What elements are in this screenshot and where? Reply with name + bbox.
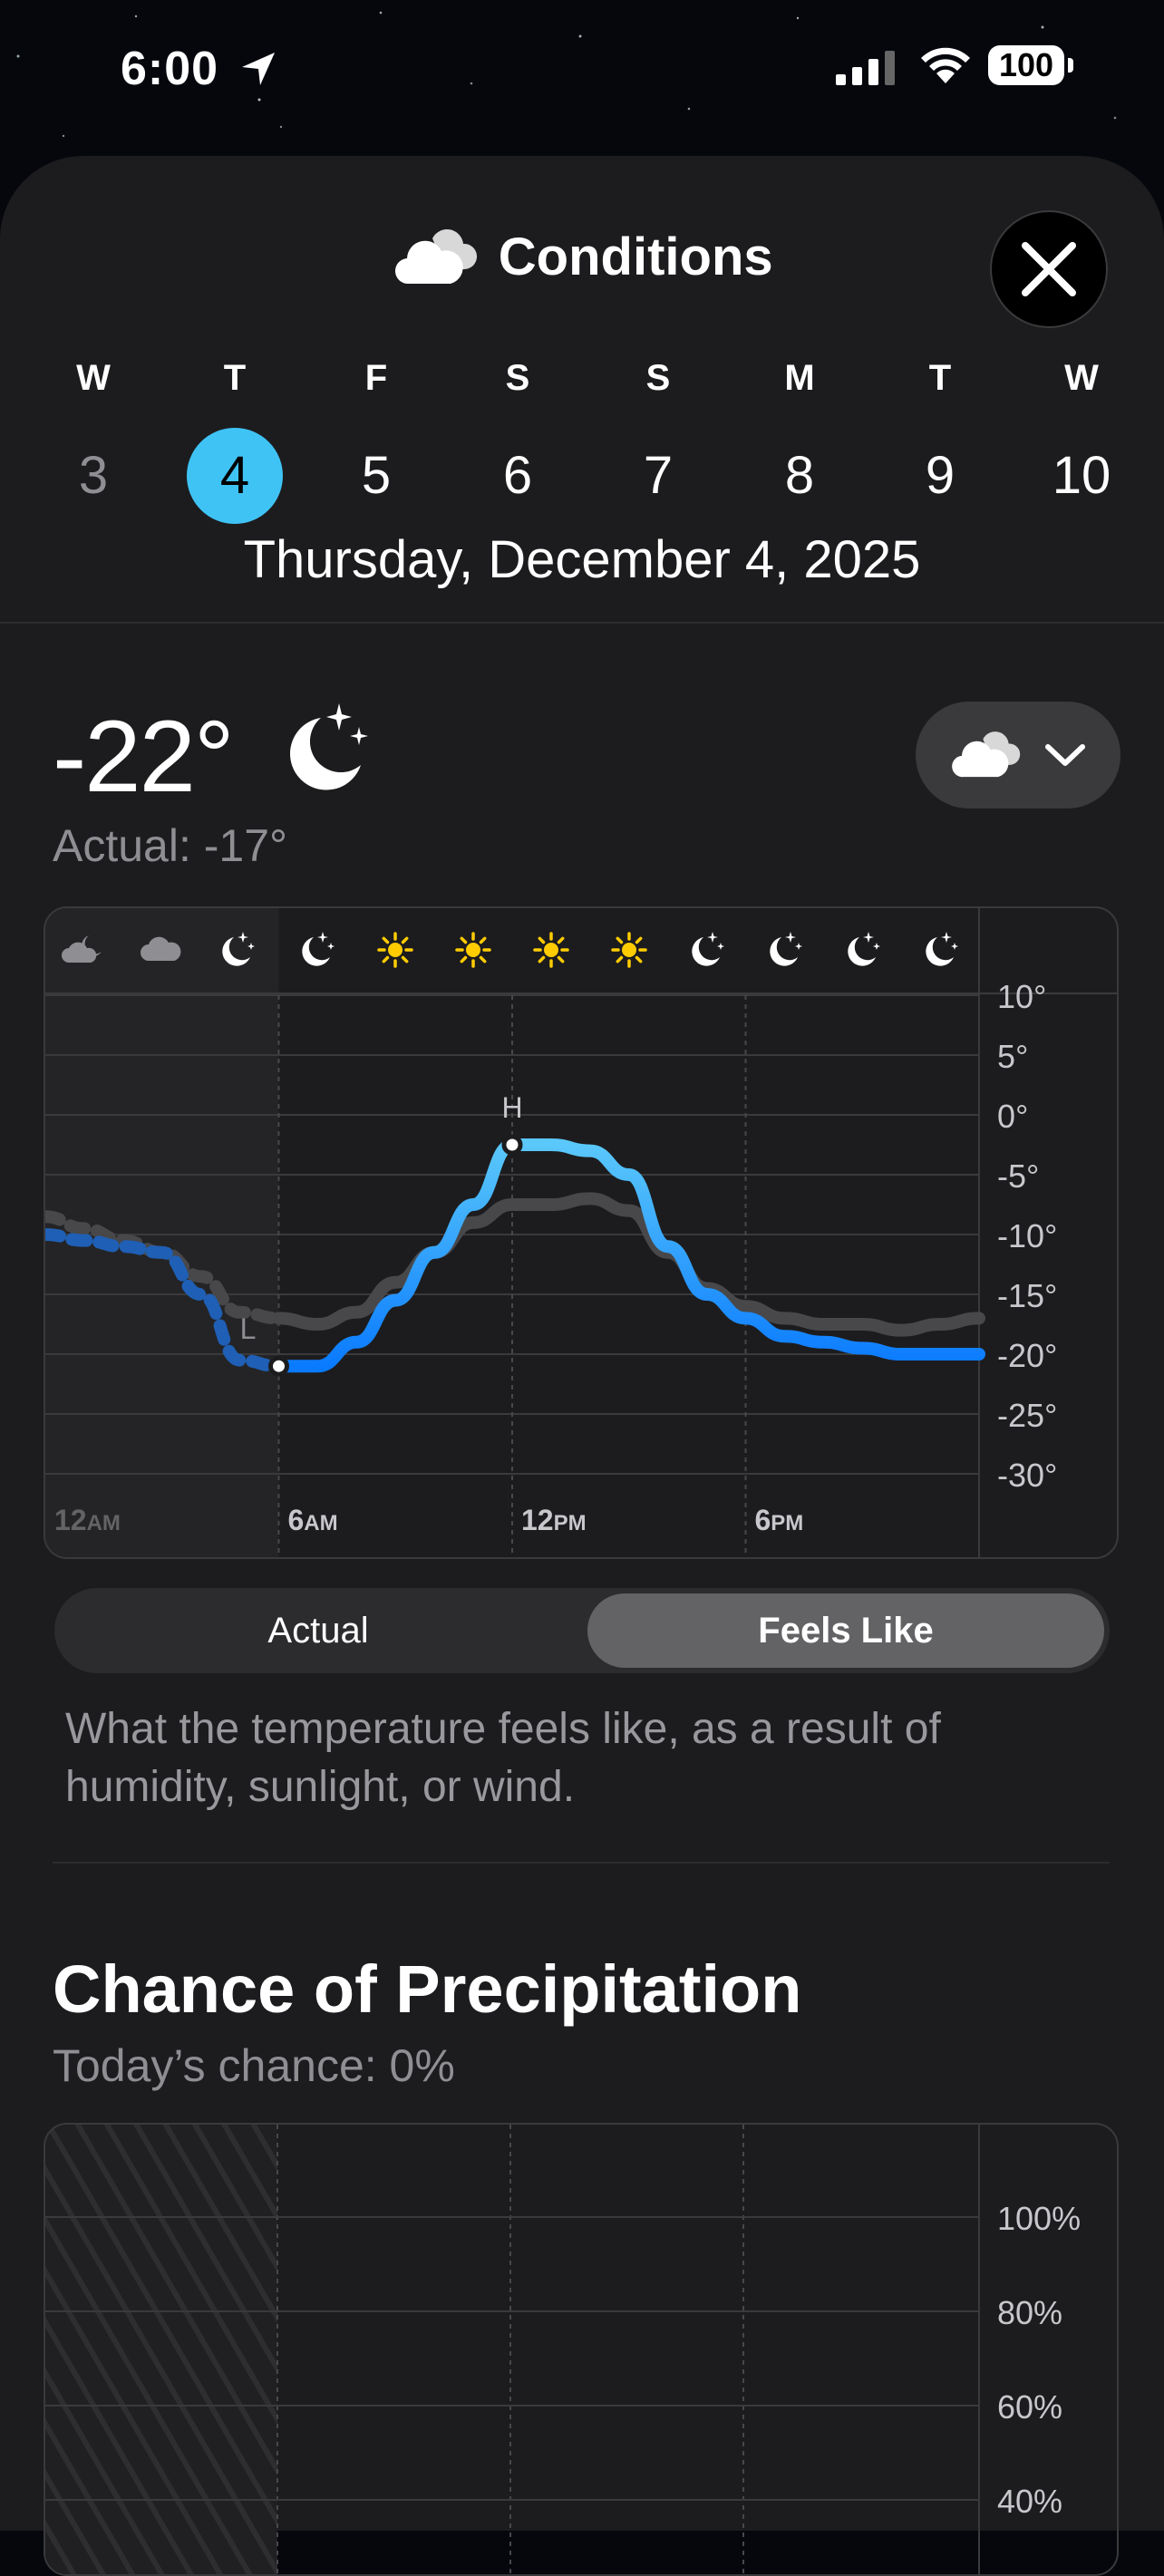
day-item-6[interactable]: S6 (463, 355, 572, 524)
close-button[interactable] (990, 210, 1108, 328)
x-tick-ampm: AM (87, 1511, 121, 1535)
day-item-3[interactable]: W3 (39, 355, 148, 524)
day-item-8[interactable]: M8 (745, 355, 854, 524)
day-letter: T (223, 358, 247, 398)
x-tick-num: 6 (288, 1504, 305, 1536)
precipitation-subtitle: Today’s chance: 0% (53, 2040, 455, 2091)
day-item-5[interactable]: F5 (322, 355, 431, 524)
location-arrow-icon (242, 53, 275, 85)
temperature-mode-toggle: Actual Feels Like (54, 1588, 1110, 1673)
high-label: H (501, 1091, 522, 1124)
low-label: L (240, 1312, 257, 1345)
y-tick-label: -25° (997, 1397, 1057, 1434)
x-tick-ampm: AM (304, 1511, 337, 1535)
day-letter: T (928, 358, 952, 398)
day-number: 4 (187, 428, 283, 524)
option-feels-like[interactable]: Feels Like (587, 1593, 1104, 1668)
condition-dropdown[interactable] (916, 702, 1120, 809)
current-temperature: -22° (53, 700, 235, 813)
y-tick-label: 5° (997, 1038, 1028, 1075)
day-letter: W (76, 358, 111, 398)
status-bar: 6:00 100 (0, 0, 1164, 136)
status-time: 6:00 (121, 43, 219, 95)
day-item-10[interactable]: W 10 (1027, 355, 1136, 524)
precipitation-chart: 100% 80% 60% 40% (44, 2123, 1119, 2576)
day-item-4[interactable]: T4 (180, 355, 289, 524)
sun-icon (611, 932, 647, 968)
y-tick-label: 40% (997, 2483, 1062, 2520)
wifi-icon (921, 47, 970, 83)
x-tick-label: 6PM (755, 1504, 804, 1536)
day-letter: S (645, 358, 671, 398)
moon-stars-icon (926, 932, 958, 966)
sun-icon (377, 932, 413, 968)
y-tick-label: -5° (997, 1157, 1039, 1195)
x-tick-label: 12PM (521, 1504, 587, 1536)
sun-icon (533, 932, 569, 968)
y-tick-label: 10° (997, 978, 1046, 1015)
moon-stars-icon (289, 703, 368, 790)
moon-stars-icon (770, 932, 802, 966)
y-tick-label: -30° (997, 1457, 1057, 1494)
battery-nub (1068, 58, 1073, 73)
feels-like-description: What the temperature feels like, as a re… (65, 1705, 941, 1811)
x-tick-num: 12 (54, 1504, 87, 1536)
y-tick-label: -15° (997, 1277, 1057, 1314)
precipitation-chart-svg: 100% 80% 60% 40% (45, 2125, 1081, 2574)
chevron-down-icon (1045, 744, 1085, 766)
sheet-header: Conditions (0, 227, 1164, 287)
x-tick-num: 12 (521, 1504, 554, 1536)
high-marker (501, 1134, 523, 1156)
temperature-chart: 10° 5° 0° -5° -10° -15° -20° -25° -30° 12AM 6AM 12P… (44, 906, 1119, 1559)
day-letter: M (784, 358, 815, 398)
moon-stars-icon (302, 932, 335, 966)
day-picker: W 3 T 4 F 5 S 6 S 7 M 8 T 9 W 10 (0, 355, 1164, 537)
x-tick-num: 6 (755, 1504, 771, 1536)
x-tick-label: 6AM (288, 1504, 338, 1536)
battery-indicator: 100 (988, 45, 1064, 85)
sheet-title: Conditions (498, 228, 773, 286)
day-number: 9 (925, 446, 955, 505)
moon-stars-icon (692, 932, 724, 966)
y-tick-label: -10° (997, 1217, 1057, 1254)
y-tick-label: 80% (997, 2294, 1062, 2331)
low-marker (268, 1355, 289, 1377)
x-tick-ampm: PM (771, 1511, 803, 1535)
divider (53, 1862, 1110, 1864)
y-tick-label: -20° (997, 1337, 1057, 1374)
y-tick-label: 60% (997, 2388, 1062, 2426)
day-number: 5 (361, 446, 392, 505)
sun-icon (455, 932, 491, 968)
option-actual[interactable]: Actual (60, 1593, 577, 1668)
day-number: 10 (1052, 446, 1111, 505)
cellular-signal-icon (836, 51, 895, 85)
temperature-chart-svg: 10°5°0°-5°-10°-15°-20°-25°-30°12AM 6AM 12P… (45, 908, 1117, 1557)
divider (0, 622, 1164, 624)
day-number: 3 (78, 446, 109, 505)
y-tick-label: 0° (997, 1098, 1028, 1135)
day-item-7[interactable]: S7 (604, 355, 713, 524)
day-item-9[interactable]: T9 (886, 355, 994, 524)
close-icon (1022, 242, 1076, 296)
day-number: 6 (502, 446, 533, 505)
x-tick-ampm: PM (554, 1511, 587, 1535)
actual-temperature: Actual: -17° (53, 820, 288, 871)
day-number: 7 (643, 446, 674, 505)
day-letter: W (1064, 358, 1099, 398)
feels-like-line (272, 1138, 985, 1373)
day-letter: F (364, 358, 388, 398)
day-number: 8 (784, 446, 815, 505)
past-hatching (45, 2125, 277, 2574)
cloud-icon (395, 228, 478, 284)
moon-stars-icon (848, 932, 880, 966)
cloud-icon (952, 731, 1021, 778)
y-tick-label: 100% (997, 2200, 1081, 2237)
day-letter: S (505, 358, 530, 398)
selected-date-label: Thursday, December 4, 2025 (243, 530, 921, 589)
precipitation-title: Chance of Precipitation (53, 1951, 802, 2027)
